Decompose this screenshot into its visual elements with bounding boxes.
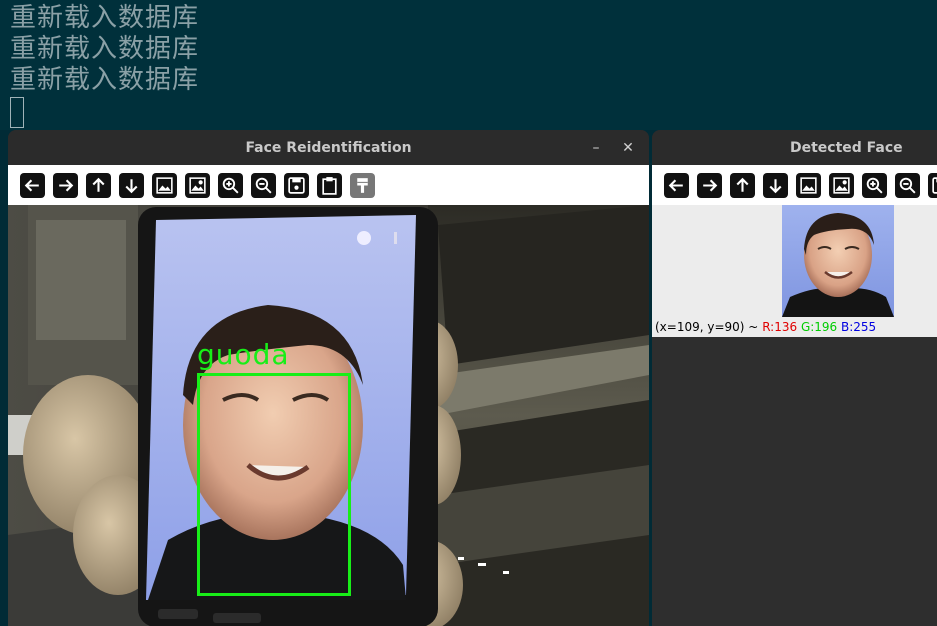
copy-to-clipboard-button[interactable] [317,172,342,198]
save-icon [288,176,305,194]
zoom-original-button[interactable] [829,172,854,198]
pan-right-button[interactable] [53,172,78,198]
clipboard-icon [322,176,337,195]
terminal-line: 重新载入数据库 [10,65,200,95]
terminal[interactable]: 重新载入数据库 重新载入数据库 重新载入数据库 [0,0,937,130]
detected-face-image [782,205,894,317]
arrow-right-icon [59,179,74,191]
zoom-out-button[interactable] [895,172,920,198]
zoom-in-button[interactable] [218,172,243,198]
cursor-coordinates: (x=109, y=90) ~ [655,320,759,334]
image-toolbar [8,165,649,205]
terminal-line: 重新载入数据库 [10,34,200,64]
zoom-in-button[interactable] [862,172,887,198]
zoom-out-icon [899,177,916,194]
save-icon [932,176,937,194]
arrow-right-icon [703,179,718,191]
window-titlebar[interactable]: Detected Face [652,130,937,165]
arrow-up-icon [736,177,749,192]
properties-button[interactable] [350,172,375,198]
pan-left-button[interactable] [20,172,45,198]
arrow-up-icon [92,177,105,192]
terminal-line: 重新载入数据库 [10,3,200,33]
terminal-cursor [10,97,24,128]
arrow-left-icon [668,179,683,191]
face-reidentification-window: Face Reidentification – ✕ guoda [8,130,649,626]
detected-face-window: Detected Face (x=109, y=90) ~ R:136 G:19… [652,130,937,626]
zoom-fit-button[interactable] [796,172,821,198]
save-button[interactable] [928,172,937,198]
image-toolbar [652,165,937,205]
zoom-out-icon [255,177,272,194]
window-titlebar[interactable]: Face Reidentification [8,130,649,165]
image-person-icon [833,176,850,194]
window-title: Detected Face [790,139,903,156]
pan-up-button[interactable] [86,172,111,198]
minimize-button[interactable]: – [585,130,607,165]
arrow-down-icon [125,178,138,193]
pan-down-button[interactable] [119,172,144,198]
zoom-fit-button[interactable] [152,172,177,198]
save-button[interactable] [284,172,309,198]
zoom-original-button[interactable] [185,172,210,198]
pan-right-button[interactable] [697,172,722,198]
zoom-out-button[interactable] [251,172,276,198]
image-icon [156,176,173,194]
camera-frame[interactable]: guoda [8,205,649,626]
close-button[interactable]: ✕ [617,130,639,165]
green-value: G:196 [800,320,838,334]
identity-label: guoda [197,338,290,371]
window-title: Face Reidentification [245,139,412,156]
image-icon [800,176,817,194]
blue-value: B:255 [841,320,877,334]
detected-face-panel[interactable]: (x=109, y=90) ~ R:136 G:196 B:255 [652,205,937,337]
image-person-icon [189,176,206,194]
arrow-left-icon [24,179,39,191]
face-bounding-box [197,373,351,596]
brush-icon [357,177,368,193]
red-value: R:136 [762,320,798,334]
pan-left-button[interactable] [664,172,689,198]
zoom-in-icon [222,177,239,194]
arrow-down-icon [769,178,782,193]
pan-up-button[interactable] [730,172,755,198]
zoom-in-icon [866,177,883,194]
pan-down-button[interactable] [763,172,788,198]
pixel-status-bar: (x=109, y=90) ~ R:136 G:196 B:255 [655,320,876,334]
